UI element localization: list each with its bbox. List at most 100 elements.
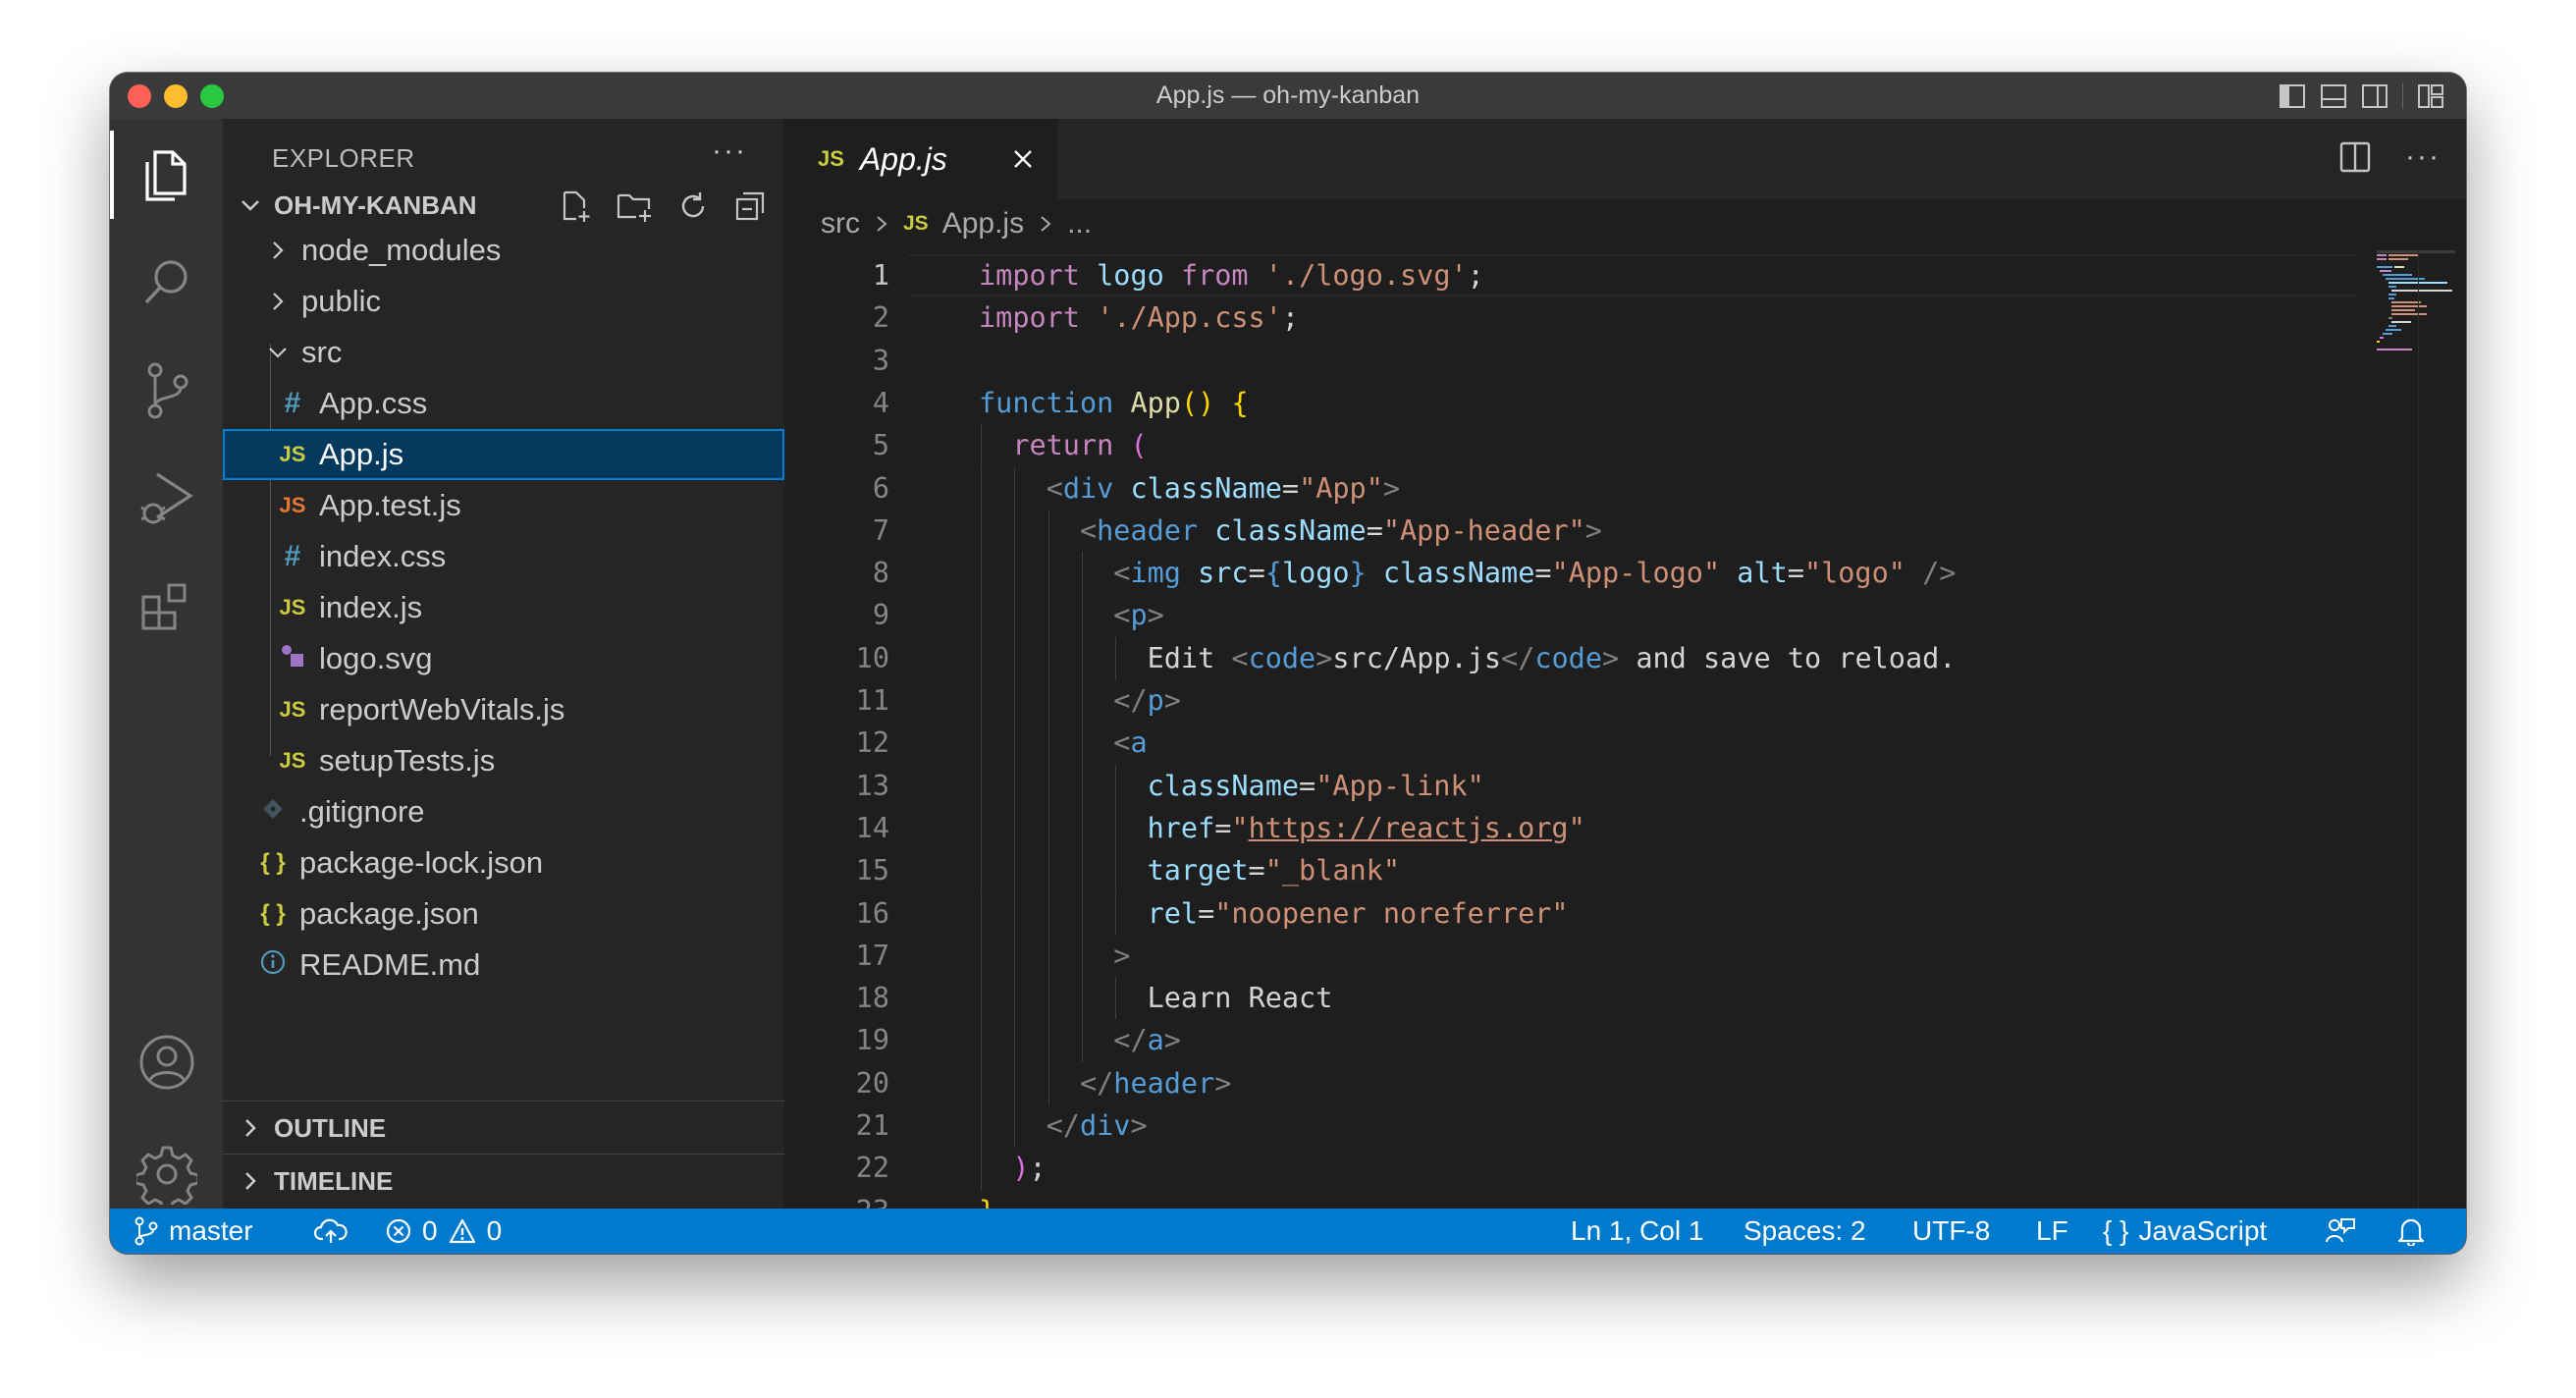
breadcrumb-symbol[interactable]: ... — [1067, 207, 1092, 241]
js-file-icon: JS — [279, 697, 306, 722]
activity-explorer[interactable] — [110, 131, 223, 219]
code-line[interactable]: 19 </a> — [784, 1019, 2355, 1061]
code-line[interactable]: 18 Learn React — [784, 977, 2355, 1019]
new-folder-icon[interactable] — [616, 189, 653, 223]
code-line[interactable]: 12 <a — [784, 722, 2355, 764]
code-line[interactable]: 23} — [784, 1190, 2355, 1209]
code-line[interactable]: 22 ); — [784, 1147, 2355, 1189]
code-line[interactable]: 17 > — [784, 935, 2355, 977]
code-line[interactable]: 11 </p> — [784, 679, 2355, 722]
activity-accounts[interactable] — [110, 1018, 223, 1106]
breadcrumb: src JS App.js ... — [784, 199, 2466, 248]
code-line[interactable]: 9 <p> — [784, 594, 2355, 636]
tree-item-src[interactable]: src — [223, 327, 784, 378]
line-number: 10 — [855, 641, 889, 674]
tree-item-app-css[interactable]: # App.css — [223, 378, 784, 429]
line-number: 3 — [872, 344, 889, 377]
explorer-more-actions[interactable]: ··· — [712, 134, 747, 168]
tree-item-package-json[interactable]: { } package.json — [223, 888, 784, 940]
code-text: import logo from './logo.svg'; — [979, 259, 1484, 292]
tree-item-gitignore[interactable]: .gitignore — [223, 786, 784, 837]
new-file-icon[interactable] — [559, 189, 592, 223]
status-problems[interactable]: 0 0 — [385, 1209, 502, 1254]
tab-app-js[interactable]: JS App.js — [784, 119, 1057, 199]
activity-bar — [110, 119, 223, 1209]
code-line[interactable]: 7 <header className="App-header"> — [784, 510, 2355, 552]
indent-guide — [1047, 679, 1049, 723]
toggle-secondary-sidebar-icon[interactable] — [2361, 83, 2388, 109]
project-name: OH-MY-KANBAN — [274, 189, 477, 220]
indent-guide — [981, 594, 982, 637]
line-number: 13 — [855, 769, 889, 802]
code-line[interactable]: 1 import logo from './logo.svg'; — [784, 254, 2355, 296]
tree-item-setup-tests[interactable]: JS setupTests.js — [223, 735, 784, 786]
status-branch[interactable]: master — [134, 1209, 253, 1254]
timeline-section-header[interactable]: TIMELINE — [223, 1156, 784, 1207]
activity-source-control[interactable] — [110, 347, 223, 435]
activity-extensions[interactable] — [110, 563, 223, 651]
split-editor-icon[interactable] — [2338, 140, 2372, 174]
activity-search[interactable] — [110, 239, 223, 327]
tree-item-app-js[interactable]: JS App.js — [223, 429, 784, 480]
editor-area: JS App.js ··· src JS App.js ... 1 import … — [784, 119, 2466, 1209]
status-sync[interactable] — [314, 1209, 348, 1254]
code-line[interactable]: 8 <img src={logo} className="App-logo" a… — [784, 552, 2355, 594]
outline-section-header[interactable]: OUTLINE — [223, 1102, 784, 1154]
tree-item-node-modules[interactable]: node_modules — [223, 225, 784, 276]
status-cursor-position[interactable]: Ln 1, Col 1 — [1571, 1209, 1703, 1254]
breadcrumb-file[interactable]: App.js — [942, 207, 1024, 241]
status-notifications[interactable] — [2397, 1209, 2425, 1254]
code-line[interactable]: 13 className="App-link" — [784, 765, 2355, 807]
code-line[interactable]: 3 — [784, 340, 2355, 382]
tree-item-index-js[interactable]: JS index.js — [223, 582, 784, 633]
run-debug-icon — [139, 472, 193, 524]
tree-item-readme[interactable]: README.md — [223, 940, 784, 991]
code-line[interactable]: 16 rel="noopener noreferrer" — [784, 892, 2355, 935]
status-feedback[interactable] — [2325, 1209, 2356, 1254]
code-line[interactable]: 5 return ( — [784, 424, 2355, 466]
refresh-icon[interactable] — [676, 189, 710, 223]
code-line[interactable]: 6 <div className="App"> — [784, 467, 2355, 510]
code-line[interactable]: 10 Edit <code>src/App.js</code> and save… — [784, 637, 2355, 679]
vertical-scrollbar[interactable] — [2418, 248, 2466, 1209]
tree-item-public[interactable]: public — [223, 276, 784, 327]
collapse-all-icon[interactable] — [733, 189, 767, 223]
close-icon[interactable] — [1008, 144, 1038, 174]
breadcrumb-folder[interactable]: src — [821, 207, 860, 241]
tree-item-package-lock[interactable]: { } package-lock.json — [223, 837, 784, 888]
indent-guide — [981, 722, 982, 765]
tree-item-report-web-vitals[interactable]: JS reportWebVitals.js — [223, 684, 784, 735]
project-section-header[interactable]: OH-MY-KANBAN — [223, 180, 784, 231]
status-eol[interactable]: LF — [2036, 1209, 2068, 1254]
code-line[interactable]: 21 </div> — [784, 1104, 2355, 1147]
more-actions-icon[interactable]: ··· — [2405, 140, 2441, 174]
code-line[interactable]: 20 </header> — [784, 1062, 2355, 1104]
status-language[interactable]: { } JavaScript — [2103, 1209, 2267, 1254]
customize-layout-icon[interactable] — [2417, 83, 2444, 109]
git-file-icon — [258, 796, 288, 828]
tree-item-index-css[interactable]: # index.css — [223, 531, 784, 582]
code-line[interactable]: 15 target="_blank" — [784, 849, 2355, 891]
activity-manage[interactable] — [110, 1130, 223, 1218]
activity-run-debug[interactable] — [110, 455, 223, 543]
error-count: 0 — [422, 1215, 438, 1246]
tree-item-logo-svg[interactable]: logo.svg — [223, 633, 784, 684]
indent-guide — [1014, 806, 1016, 850]
code-line[interactable]: 2 import './App.css'; — [784, 296, 2355, 339]
layout-controls — [2279, 81, 2444, 111]
toggle-primary-sidebar-icon[interactable] — [2279, 83, 2306, 109]
code-text: target="_blank" — [1147, 854, 1400, 887]
line-number: 23 — [784, 1190, 889, 1209]
status-encoding[interactable]: UTF-8 — [1912, 1209, 1990, 1254]
tree-item-app-test-js[interactable]: JS App.test.js — [223, 480, 784, 531]
code-line[interactable]: 4 function App() { — [784, 382, 2355, 424]
indent-guide — [1081, 636, 1083, 679]
indent-guide — [1081, 764, 1083, 807]
toggle-panel-icon[interactable] — [2320, 83, 2347, 109]
vscode-window: App.js — oh-my-kanban EXPLORER ··· OH-MY… — [110, 73, 2466, 1254]
section-divider — [223, 1101, 784, 1102]
code-editor[interactable]: 1 import logo from './logo.svg'; 2 import '… — [784, 248, 2466, 1209]
status-indentation[interactable]: Spaces: 2 — [1744, 1209, 1866, 1254]
indent-guide — [1081, 552, 1083, 595]
code-line[interactable]: 14 href="https://reactjs.org" — [784, 807, 2355, 849]
